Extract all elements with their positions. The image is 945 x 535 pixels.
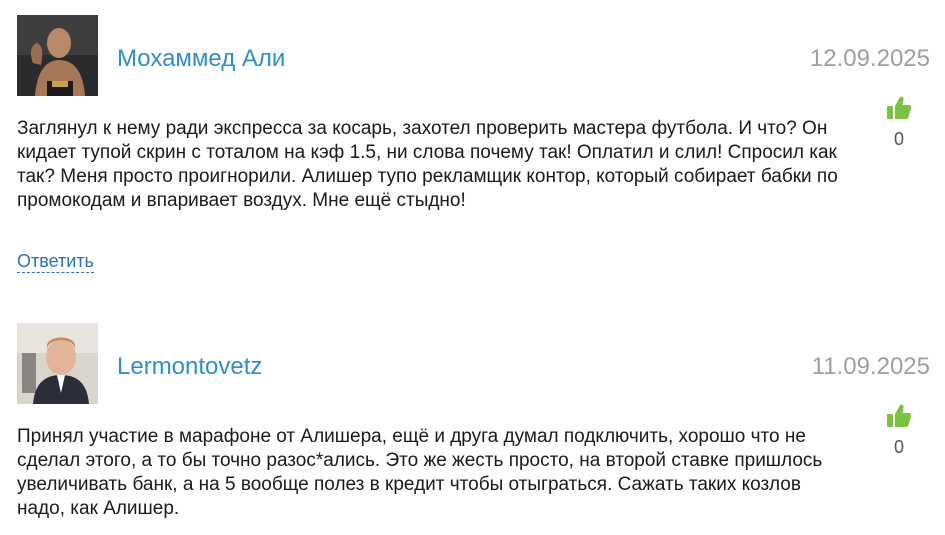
man-in-suit-photo-icon [17, 323, 98, 404]
author-name[interactable]: Lermontovetz [117, 353, 262, 381]
comment-date: 12.09.2025 [809, 45, 930, 72]
thumbs-up-icon[interactable] [886, 95, 912, 121]
reply-link[interactable]: Ответить [17, 250, 94, 273]
likes-count: 0 [893, 437, 904, 457]
comment-date: 11.09.2025 [811, 353, 930, 380]
vote-block: 0 [884, 95, 914, 149]
comment-text: Заглянул к нему ради экспресса за косарь… [17, 118, 838, 211]
thumbs-up-icon[interactable] [886, 403, 912, 429]
vote-block: 0 [884, 403, 914, 457]
author-name[interactable]: Мохаммед Али [117, 45, 285, 73]
avatar[interactable] [17, 323, 98, 404]
fighter-photo-icon [17, 15, 98, 96]
comment-text: Принял участие в марафоне от Алишера, ещ… [17, 426, 823, 519]
avatar[interactable] [17, 15, 98, 96]
likes-count: 0 [893, 129, 904, 149]
